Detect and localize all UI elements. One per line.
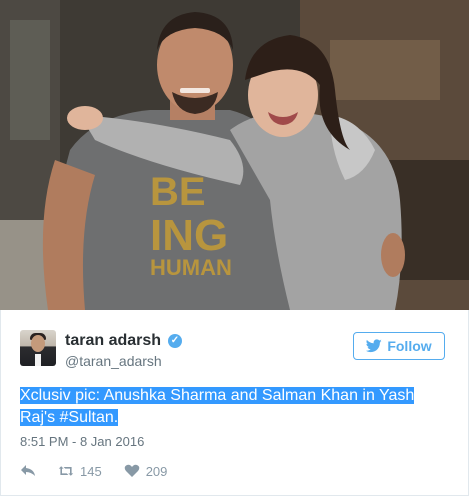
svg-text:BE: BE xyxy=(150,170,206,214)
tweet-actions: 145 209 xyxy=(20,462,167,480)
retweet-action[interactable]: 145 xyxy=(58,464,102,479)
retweet-icon xyxy=(58,466,74,476)
reply-action[interactable] xyxy=(20,464,36,478)
reply-icon xyxy=(21,465,35,476)
twitter-bird-icon xyxy=(366,339,383,353)
follow-button[interactable]: Follow xyxy=(353,332,445,360)
svg-text:ING: ING xyxy=(150,211,228,260)
tweet-photo[interactable]: BE ING HUMAN xyxy=(0,0,469,310)
tweet-timestamp[interactable]: 8:51 PM - 8 Jan 2016 xyxy=(20,434,144,449)
author-handle[interactable]: @taran_adarsh xyxy=(65,353,162,369)
author-name[interactable]: taran adarsh xyxy=(65,332,161,350)
photo-illustration: BE ING HUMAN xyxy=(0,0,469,310)
avatar-face xyxy=(31,335,45,352)
avatar[interactable] xyxy=(20,330,56,366)
verified-badge-icon: ✓ xyxy=(168,334,182,348)
heart-icon xyxy=(124,464,139,477)
follow-label: Follow xyxy=(387,338,432,354)
tweet-text-selected: Xclusiv pic: Anushka Sharma and Salman K… xyxy=(20,387,415,426)
like-count: 209 xyxy=(145,463,168,479)
svg-text:HUMAN: HUMAN xyxy=(150,255,232,280)
tweet-text: Xclusiv pic: Anushka Sharma and Salman K… xyxy=(20,385,440,429)
like-action[interactable]: 209 xyxy=(124,463,168,479)
avatar-shirt xyxy=(35,354,41,366)
retweet-count: 145 xyxy=(80,463,102,479)
